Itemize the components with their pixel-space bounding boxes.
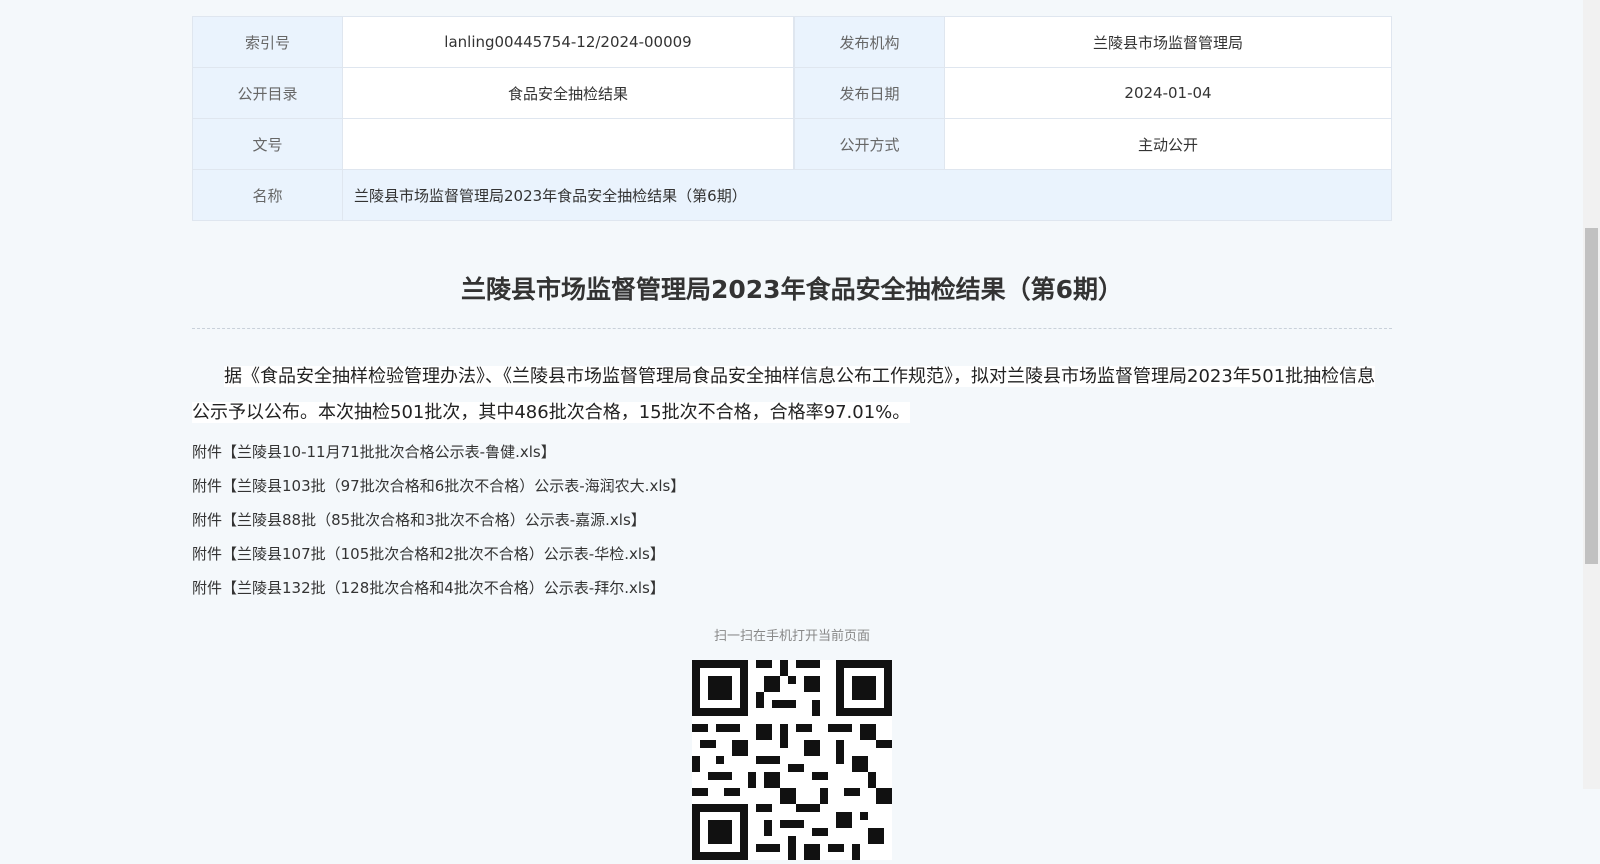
name-value: 兰陵县市场监督管理局2023年食品安全抽检结果（第6期） (342, 169, 1392, 221)
metadata-row: 文号 公开方式 主动公开 (192, 118, 1392, 170)
disclosure-mode-value: 主动公开 (944, 118, 1392, 170)
index-number-value: lanling00445754-12/2024-00009 (342, 16, 795, 68)
metadata-row: 公开目录 食品安全抽检结果 发布日期 2024-01-04 (192, 67, 1392, 119)
qr-code (692, 660, 892, 860)
document-number-value (342, 118, 795, 170)
article-body-text: 据《食品安全抽样检验管理办法》、《兰陵县市场监督管理局食品安全抽样信息公布工作规… (192, 366, 1376, 423)
attachment-link[interactable]: 附件【兰陵县103批（97批次合格和6批次不合格）公示表-海润农大.xls】 (192, 469, 1392, 503)
catalog-value: 食品安全抽检结果 (342, 67, 795, 119)
metadata-table: 索引号 lanling00445754-12/2024-00009 发布机构 兰… (192, 16, 1392, 221)
metadata-row: 索引号 lanling00445754-12/2024-00009 发布机构 兰… (192, 16, 1392, 68)
publisher-label: 发布机构 (793, 16, 945, 68)
article-body: 据《食品安全抽样检验管理办法》、《兰陵县市场监督管理局食品安全抽样信息公布工作规… (192, 359, 1392, 431)
name-label: 名称 (192, 169, 343, 221)
document-number-label: 文号 (192, 118, 343, 170)
vertical-scrollbar[interactable] (1583, 0, 1600, 789)
attachment-list: 附件【兰陵县10-11月71批批次合格公示表-鲁健.xls】 附件【兰陵县103… (192, 435, 1392, 605)
attachment-link[interactable]: 附件【兰陵县132批（128批次合格和4批次不合格）公示表-拜尔.xls】 (192, 571, 1392, 605)
article-title: 兰陵县市场监督管理局2023年食品安全抽检结果（第6期） (461, 275, 1123, 304)
metadata-row: 名称 兰陵县市场监督管理局2023年食品安全抽检结果（第6期） (192, 169, 1392, 221)
qr-code-icon (692, 660, 892, 860)
qr-caption: 扫一扫在手机打开当前页面 (713, 629, 870, 644)
index-number-label: 索引号 (192, 16, 343, 68)
attachment-link[interactable]: 附件【兰陵县88批（85批次合格和3批次不合格）公示表-嘉源.xls】 (192, 503, 1392, 537)
attachment-link[interactable]: 附件【兰陵县107批（105批次合格和2批次不合格）公示表-华检.xls】 (192, 537, 1392, 571)
publish-date-label: 发布日期 (793, 67, 945, 119)
catalog-label: 公开目录 (192, 67, 343, 119)
publish-date-value: 2024-01-04 (944, 67, 1392, 119)
attachment-link[interactable]: 附件【兰陵县10-11月71批批次合格公示表-鲁健.xls】 (192, 435, 1392, 469)
disclosure-mode-label: 公开方式 (793, 118, 945, 170)
title-divider (192, 328, 1392, 329)
scrollbar-thumb[interactable] (1585, 228, 1598, 564)
publisher-value: 兰陵县市场监督管理局 (944, 16, 1392, 68)
